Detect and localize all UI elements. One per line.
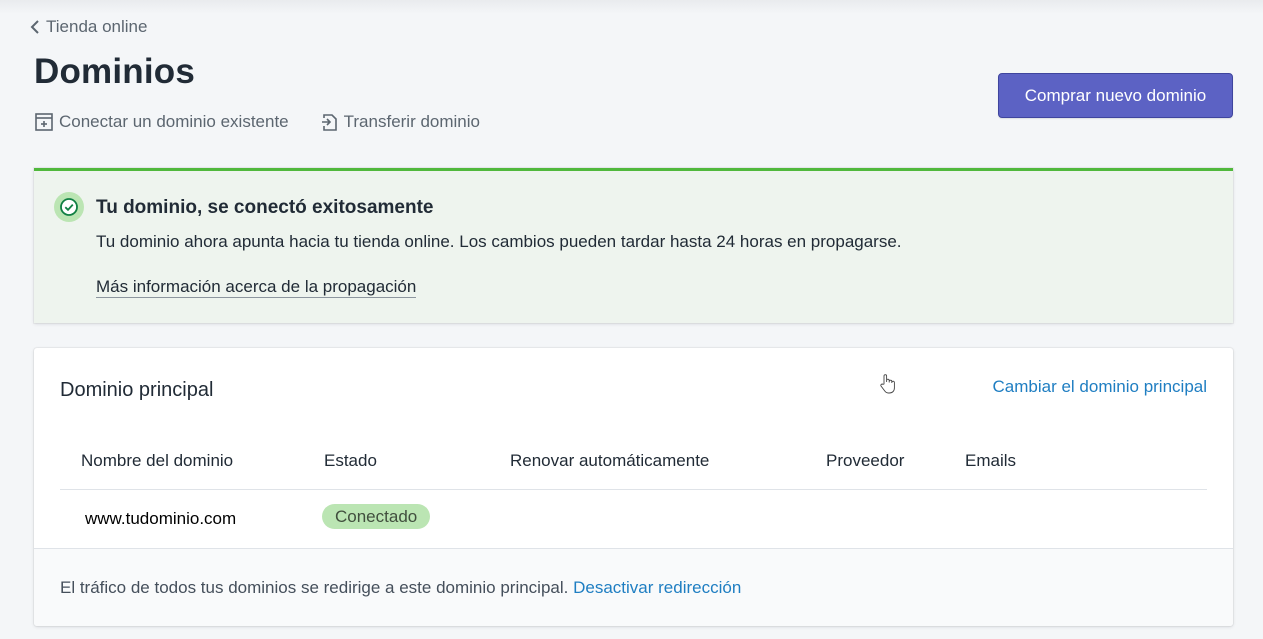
banner-title: Tu dominio, se conectó exitosamente	[96, 197, 434, 218]
success-banner: Tu dominio, se conectó exitosamente Tu d…	[34, 168, 1233, 323]
card-footer: El tráfico de todos tus dominios se redi…	[34, 548, 1233, 626]
card-title: Dominio principal	[60, 379, 214, 401]
primary-domain-card: Dominio principal Cambiar el dominio pri…	[34, 348, 1233, 626]
table-header: Nombre del dominio Estado Renovar automá…	[60, 449, 1207, 490]
breadcrumb[interactable]: Tienda online	[30, 16, 147, 38]
banner-icon-container	[54, 192, 84, 222]
column-header-emails: Emails	[965, 451, 1017, 470]
check-circle-icon	[60, 198, 78, 216]
top-shadow	[0, 0, 1263, 14]
change-primary-domain-link[interactable]: Cambiar el dominio principal	[993, 377, 1207, 397]
footer-text: El tráfico de todos tus dominios se redi…	[60, 578, 741, 598]
propagation-info-link[interactable]: Más información acerca de la propagación	[96, 277, 417, 298]
connect-domain-label: Conectar un dominio existente	[59, 112, 289, 131]
connect-domain-link[interactable]: Conectar un dominio existente	[34, 112, 289, 132]
column-header-domain-name: Nombre del dominio	[81, 451, 234, 470]
transfer-icon	[321, 114, 337, 131]
breadcrumb-label: Tienda online	[46, 17, 148, 36]
import-icon	[35, 113, 53, 131]
chevron-left-icon	[30, 20, 39, 34]
hand-cursor-icon	[880, 374, 895, 394]
domain-name-cell: www.tudominio.com	[85, 509, 237, 528]
banner-message: Tu dominio ahora apunta hacia tu tienda …	[96, 232, 902, 251]
page-title: Dominios	[34, 52, 196, 91]
column-header-provider: Proveedor	[826, 451, 905, 470]
status-badge: Conectado	[322, 504, 431, 529]
disable-redirect-link[interactable]: Desactivar redirección	[573, 578, 741, 597]
buy-new-domain-button[interactable]: Comprar nuevo dominio	[998, 73, 1233, 118]
transfer-domain-link[interactable]: Transferir dominio	[319, 112, 480, 132]
column-header-auto-renew: Renovar automáticamente	[510, 451, 710, 470]
transfer-domain-label: Transferir dominio	[343, 112, 480, 131]
secondary-actions: Conectar un dominio existente Transferir…	[34, 112, 480, 132]
table-row: www.tudominio.com Conectado	[60, 504, 1207, 540]
column-header-status: Estado	[324, 451, 377, 470]
footer-message: El tráfico de todos tus dominios se redi…	[60, 578, 569, 597]
